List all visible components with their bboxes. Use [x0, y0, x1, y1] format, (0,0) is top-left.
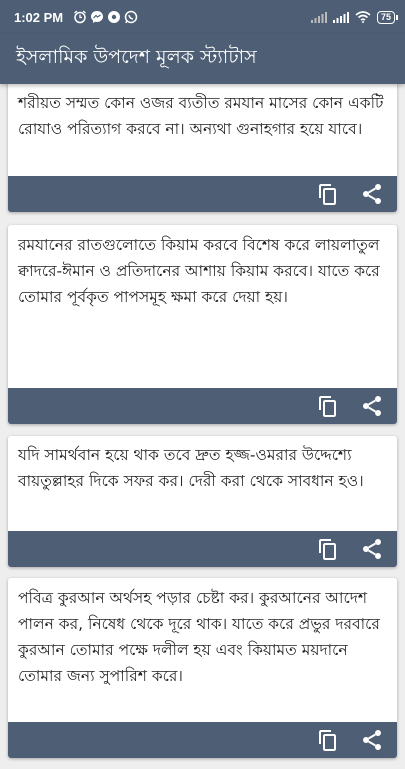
copy-button[interactable] [315, 727, 341, 753]
copy-icon [319, 396, 336, 417]
copy-icon [319, 539, 336, 560]
whatsapp-icon [124, 10, 138, 24]
copy-button[interactable] [315, 181, 341, 207]
alarm-icon [74, 10, 87, 24]
share-icon [363, 184, 381, 204]
share-icon [363, 730, 381, 750]
system-icons: 75 [310, 10, 399, 24]
battery-indicator: 75 [376, 10, 399, 24]
status-bar: 1:02 PM 75 [0, 0, 405, 34]
card-actions [8, 531, 397, 567]
notification-icons [73, 10, 138, 24]
status-text: শরীয়ত সম্মত কোন ওজর ব্যতীত রমযান মাসের … [18, 94, 384, 138]
status-card: পবিত্র কুরআন অর্থসহ পড়ার চেষ্টা কর। কুর… [8, 578, 397, 758]
share-icon [363, 396, 381, 416]
share-button[interactable] [359, 536, 385, 562]
status-card: যদি সামর্থবান হয়ে থাক তবে দ্রুত হজ্জ-ওম… [8, 436, 397, 567]
share-icon [363, 539, 381, 559]
status-card: শরীয়ত সম্মত কোন ওজর ব্যতীত রমযান মাসের … [8, 84, 397, 212]
share-button[interactable] [359, 393, 385, 419]
card-actions [8, 722, 397, 758]
card-actions [8, 176, 397, 212]
status-text: রমযানের রাতগুলোতে কিয়াম করবে বিশেষ করে … [18, 236, 380, 306]
copy-icon [319, 184, 336, 205]
status-time: 1:02 PM [14, 9, 64, 25]
copy-icon [319, 730, 336, 751]
status-card: রমযানের রাতগুলোতে কিয়াম করবে বিশেষ করে … [8, 225, 397, 424]
signal-icon [310, 12, 327, 23]
copy-button[interactable] [315, 536, 341, 562]
card-actions [8, 388, 397, 424]
messenger-icon [91, 11, 104, 23]
signal-icon [332, 12, 349, 23]
settings-icon [108, 11, 121, 23]
share-button[interactable] [359, 727, 385, 753]
status-text: পবিত্র কুরআন অর্থসহ পড়ার চেষ্টা কর। কুর… [18, 589, 380, 685]
copy-button[interactable] [315, 393, 341, 419]
wifi-icon [355, 11, 371, 23]
status-text: যদি সামর্থবান হয়ে থাক তবে দ্রুত হজ্জ-ওম… [18, 446, 364, 490]
status-list[interactable]: শরীয়ত সম্মত কোন ওজর ব্যতীত রমযান মাসের … [0, 84, 405, 769]
share-button[interactable] [359, 181, 385, 207]
page-title: ইসলামিক উপদেশ মূলক স্ট্যাটাস [16, 46, 257, 68]
app-bar: ইসলামিক উপদেশ মূলক স্ট্যাটাস [0, 34, 405, 84]
